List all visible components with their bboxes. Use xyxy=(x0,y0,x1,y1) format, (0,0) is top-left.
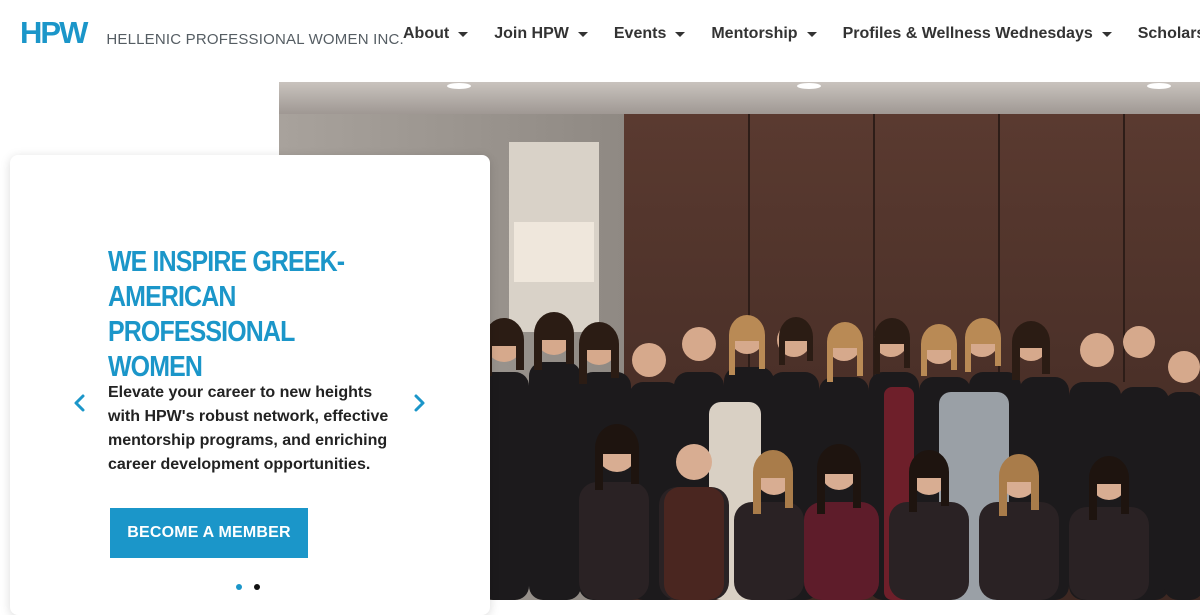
nav-item-profiles-wellness[interactable]: Profiles & Wellness Wednesdays xyxy=(843,25,1112,43)
caret-down-icon xyxy=(675,31,686,37)
nav-label: Events xyxy=(613,25,667,42)
hero-headline: WE INSPIRE GREEK-AMERICAN PROFESSIONAL W… xyxy=(108,246,345,383)
nav-item-about[interactable]: About xyxy=(403,25,469,43)
slider-pagination xyxy=(236,584,260,590)
caret-down-icon xyxy=(577,31,588,37)
site-logo[interactable]: HPW HELLENIC PROFESSIONAL WOMEN INC. xyxy=(20,15,404,50)
nav-label: Mentorship xyxy=(711,25,798,42)
become-member-button[interactable]: BECOME A MEMBER xyxy=(110,508,308,558)
main-nav: About Join HPW Events Mentorship Profile… xyxy=(403,0,1200,68)
slide-dot-2[interactable] xyxy=(254,584,260,590)
caret-down-icon xyxy=(806,31,817,37)
chevron-right-icon-svg xyxy=(414,394,425,412)
slide-dot-1[interactable] xyxy=(236,584,242,590)
nav-label: Scholarship xyxy=(1137,25,1200,42)
nav-item-events[interactable]: Events xyxy=(613,25,686,43)
chevron-left-icon[interactable] xyxy=(68,391,92,415)
chevron-left-icon-svg xyxy=(74,394,85,412)
nav-label: About xyxy=(403,25,450,42)
hero-subtext: Elevate your career to new heights with … xyxy=(108,384,389,473)
chevron-right-icon[interactable] xyxy=(407,391,431,415)
caret-down-icon xyxy=(458,31,469,37)
nav-label: Join HPW xyxy=(494,25,569,42)
caret-down-icon xyxy=(1101,31,1112,37)
nav-item-mentorship[interactable]: Mentorship xyxy=(711,25,817,43)
nav-label: Profiles & Wellness Wednesdays xyxy=(842,25,1093,42)
site-header: HPW HELLENIC PROFESSIONAL WOMEN INC. Abo… xyxy=(0,0,1200,82)
logo-text: HELLENIC PROFESSIONAL WOMEN INC. xyxy=(106,31,404,48)
logo-mark: HPW xyxy=(20,15,88,50)
hero-card: WE INSPIRE GREEK-AMERICAN PROFESSIONAL W… xyxy=(10,155,490,615)
nav-item-scholarship[interactable]: Scholarship xyxy=(1138,25,1200,43)
nav-item-join-hpw[interactable]: Join HPW xyxy=(494,25,588,43)
